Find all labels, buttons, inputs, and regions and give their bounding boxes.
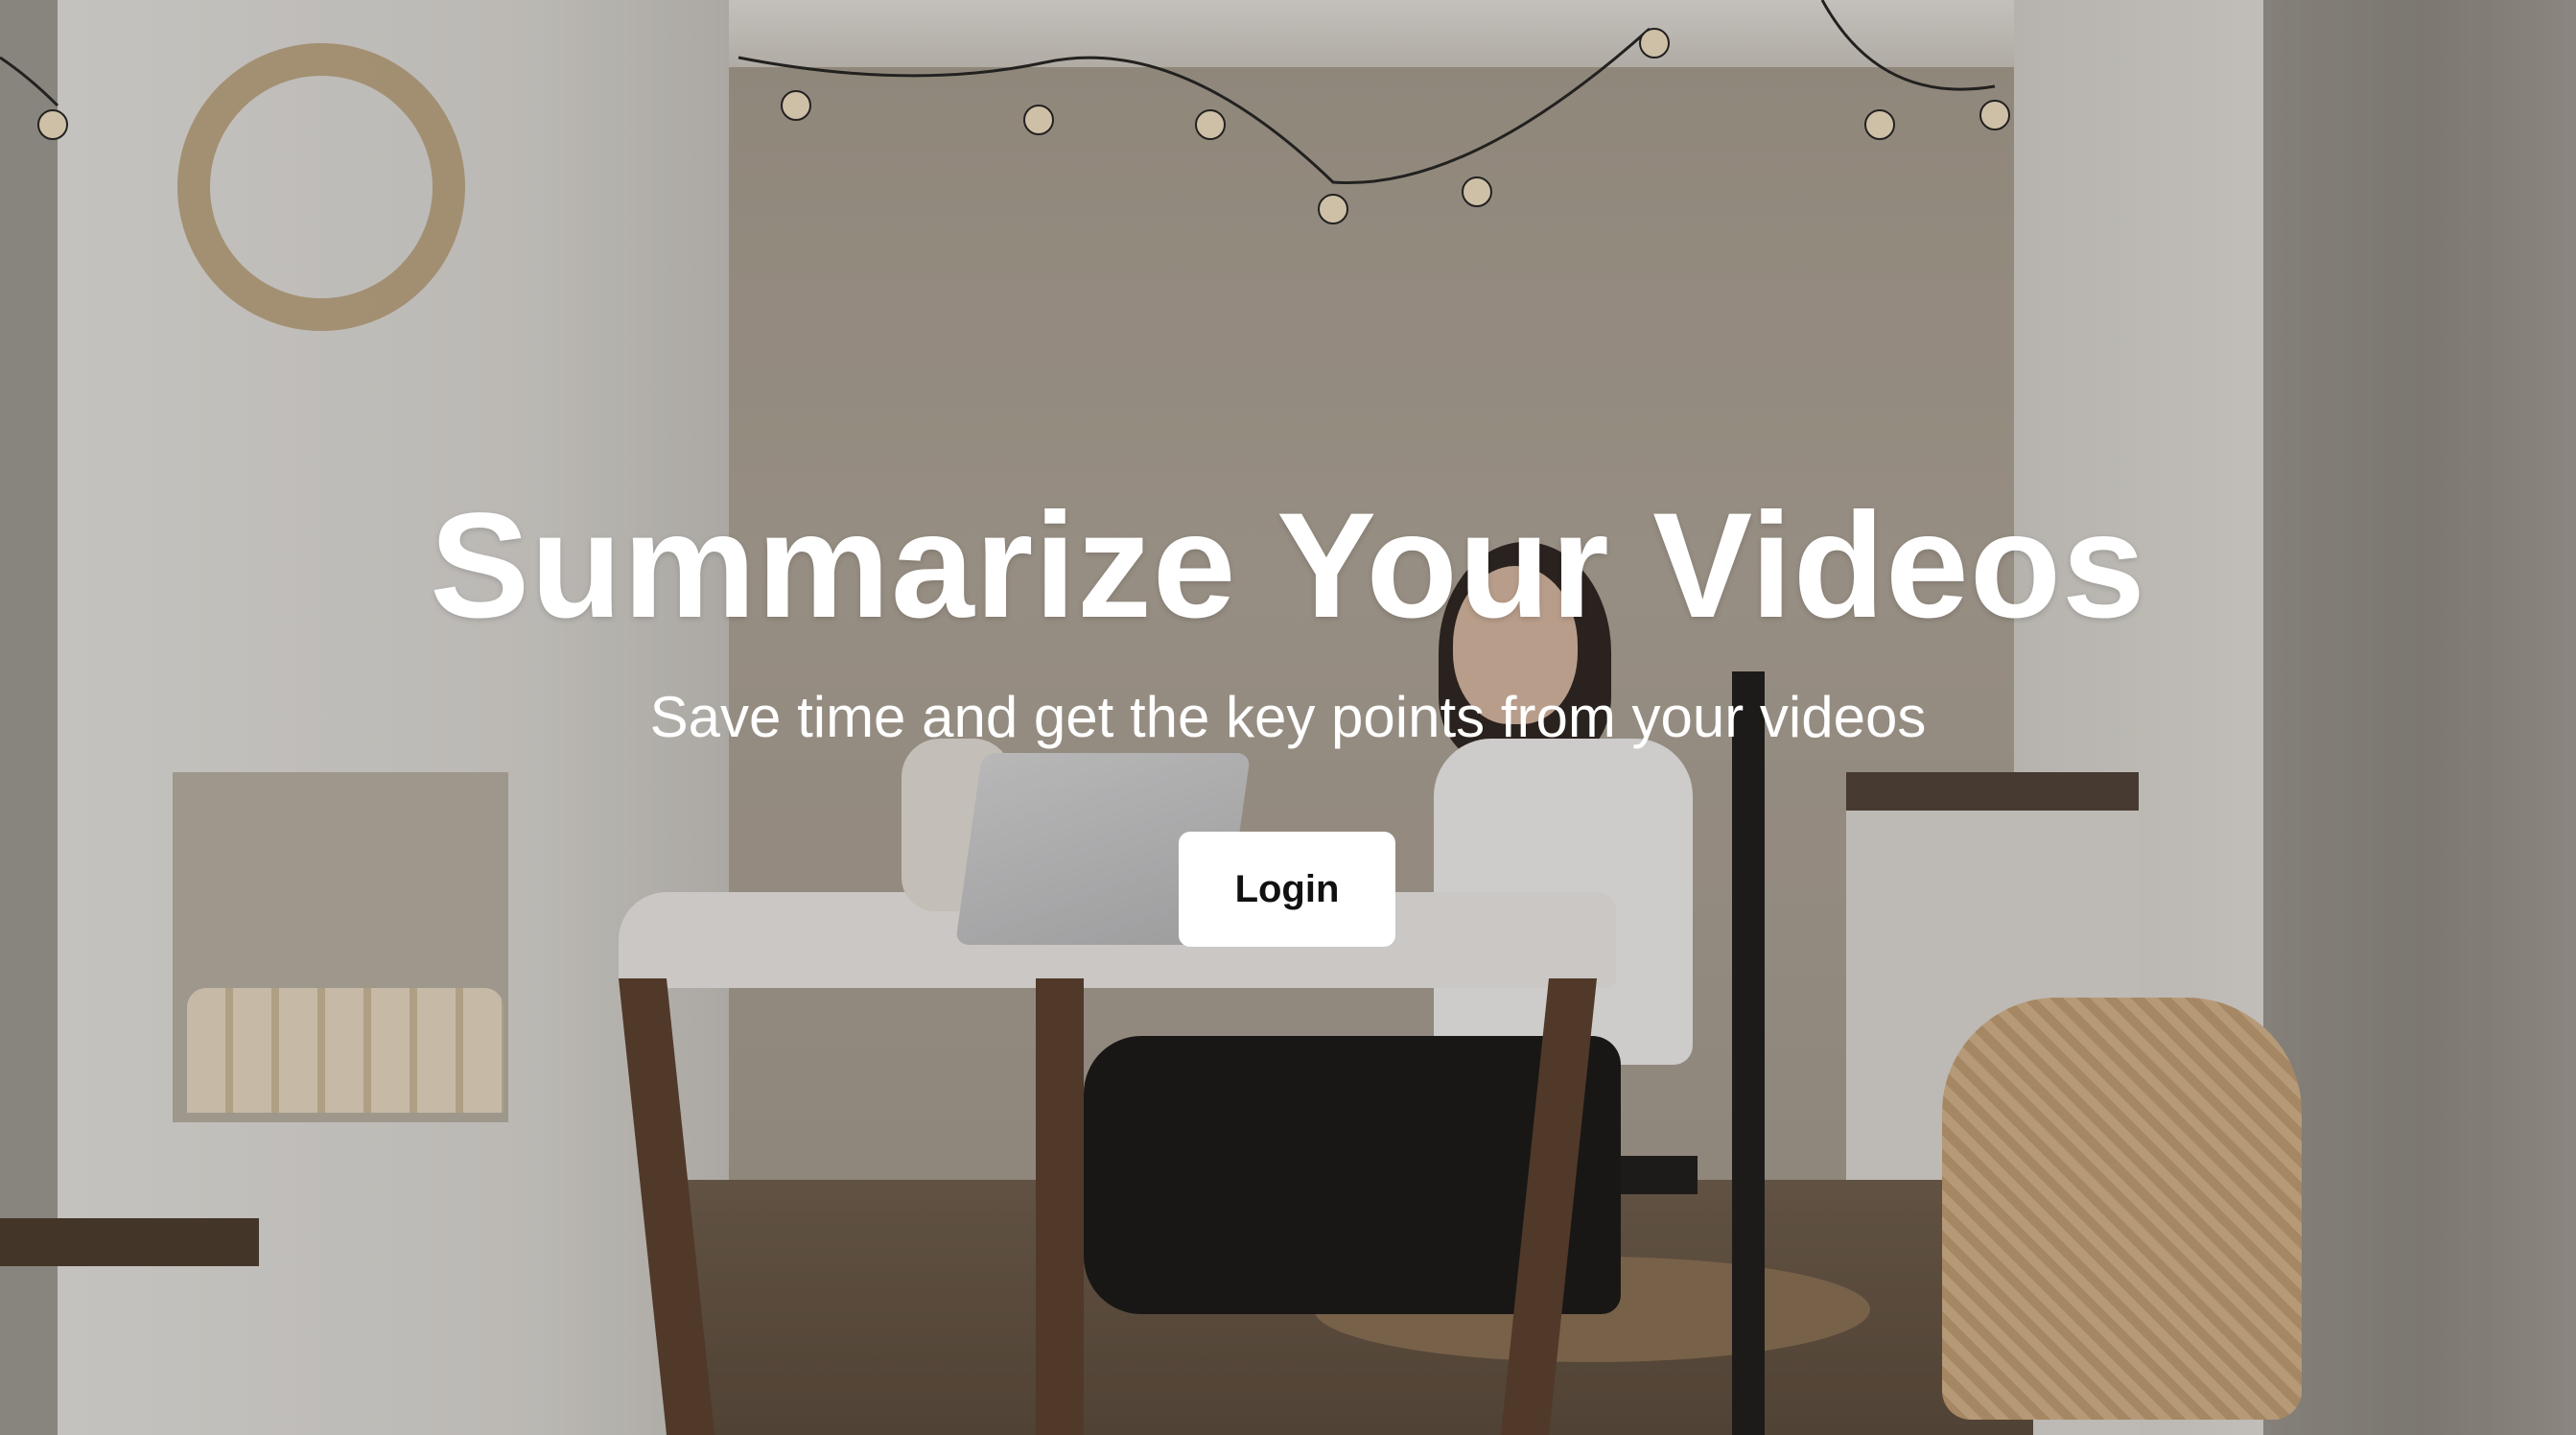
- hero-content: Summarize Your Videos Save time and get …: [0, 0, 2576, 1435]
- hero-title: Summarize Your Videos: [430, 482, 2146, 649]
- hero-section: Summarize Your Videos Save time and get …: [0, 0, 2576, 1435]
- login-button[interactable]: Login: [1179, 832, 1395, 947]
- hero-subtitle: Save time and get the key points from yo…: [649, 685, 1927, 749]
